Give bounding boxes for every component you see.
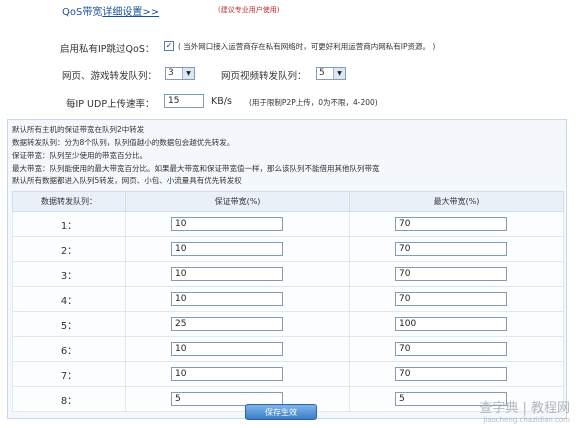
description-line: 默认所有数据都进入队列5转发，网页、小包、小流量具有优先转发权 <box>12 176 242 185</box>
guaranteed-input[interactable] <box>171 242 283 256</box>
udp-rate-note: (用于限制P2P上传，0为不限，4-200) <box>249 98 378 107</box>
web-game-queue-value: 3 <box>168 68 174 78</box>
udp-rate-unit: KB/s <box>211 96 232 107</box>
queue-index: 3： <box>12 261 126 287</box>
table-row: 3： <box>12 261 564 287</box>
table-row: 2： <box>12 236 564 262</box>
table-row: 1： <box>12 211 564 237</box>
queue-index: 6： <box>12 336 126 362</box>
table-row: 6： <box>12 336 564 362</box>
max-input[interactable] <box>395 217 507 231</box>
max-input[interactable] <box>395 267 507 281</box>
private-ip-note: ( 当外网口接入运营商存在私有网络时，可更好利用运营商内网私有IP资源。 ) <box>178 42 436 51</box>
pro-user-note: (建议专业用户使用) <box>218 6 280 14</box>
qos-title: QoS带宽 <box>62 7 103 18</box>
description-line: 默认所有主机的保证带宽在队列2中转发 <box>12 125 145 134</box>
video-queue-value: 5 <box>319 68 325 78</box>
watermark-main: 查字典 | 教程网 <box>479 401 570 416</box>
chevron-down-icon: ▼ <box>182 68 194 79</box>
guaranteed-input[interactable] <box>171 292 283 306</box>
video-queue-select[interactable]: 5 ▼ <box>316 67 346 80</box>
qos-detail-link[interactable]: 详细设置>> <box>102 7 159 18</box>
max-input[interactable] <box>395 242 507 256</box>
udp-rate-input[interactable]: 15 <box>164 94 204 108</box>
header-queue: 数据转发队列： <box>12 191 126 212</box>
header-guaranteed: 保证带宽(%) <box>125 191 350 212</box>
table-row: 4： <box>12 286 564 312</box>
description-line: 数据转发队列：分为8个队列，队列值越小的数据包会越优先转发。 <box>12 138 235 147</box>
video-queue-label: 网页视频转发队列： <box>221 71 307 82</box>
max-input[interactable] <box>395 342 507 356</box>
table-row: 7： <box>12 361 564 387</box>
watermark: 查字典 | 教程网 jiaocheng.chazidian.com <box>479 397 570 424</box>
queue-index: 5： <box>12 311 126 337</box>
watermark-sub: jiaocheng.chazidian.com <box>483 416 570 424</box>
max-input[interactable] <box>395 292 507 306</box>
description-line: 最大带宽：队列能使用的最大带宽百分比。如果最大带宽和保证带宽值一样，那么该队列不… <box>12 164 380 173</box>
web-game-queue-label: 网页、游戏转发队列： <box>62 71 158 82</box>
max-input[interactable] <box>395 367 507 381</box>
udp-rate-label: 每IP UDP上传速率： <box>66 99 155 110</box>
guaranteed-input[interactable] <box>171 367 283 381</box>
queue-index: 1： <box>12 211 126 237</box>
web-game-queue-select[interactable]: 3 ▼ <box>165 67 195 80</box>
guaranteed-input[interactable] <box>171 317 283 331</box>
private-ip-label: 启用私有IP跳过QoS： <box>60 44 155 55</box>
description-line: 保证带宽：队列至少使用的带宽百分比。 <box>12 151 147 160</box>
private-ip-checkbox[interactable]: ✓ <box>164 41 174 51</box>
save-button[interactable]: 保存生效 <box>245 404 317 420</box>
queue-index: 8： <box>12 386 126 412</box>
guaranteed-input[interactable] <box>171 267 283 281</box>
queue-table: 数据转发队列： 保证带宽(%) 最大带宽(%) 1： 2： 3： 4： 5： <box>12 191 564 412</box>
table-header-row: 数据转发队列： 保证带宽(%) 最大带宽(%) <box>12 191 564 212</box>
table-row: 5： <box>12 311 564 337</box>
queue-index: 2： <box>12 236 126 262</box>
header-max: 最大带宽(%) <box>349 191 564 212</box>
queue-index: 7： <box>12 361 126 387</box>
guaranteed-input[interactable] <box>171 217 283 231</box>
chevron-down-icon: ▼ <box>333 68 345 79</box>
queue-index: 4： <box>12 286 126 312</box>
qos-header: QoS带宽详细设置>> <box>62 3 159 18</box>
max-input[interactable] <box>395 317 507 331</box>
guaranteed-input[interactable] <box>171 342 283 356</box>
